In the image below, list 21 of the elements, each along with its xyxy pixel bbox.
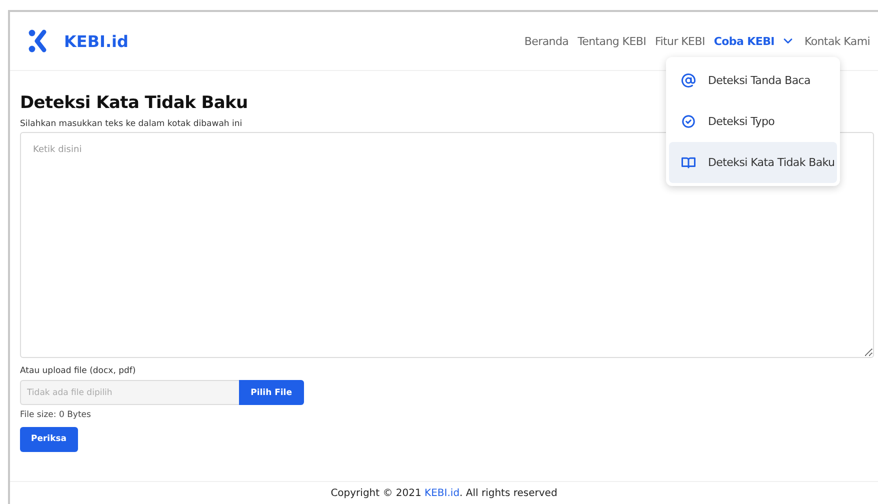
- brand-name[interactable]: KEBI.id: [64, 32, 128, 50]
- upload-label: Atau upload file (docx, pdf): [20, 366, 137, 376]
- page-title: Deteksi Kata Tidak Baku: [20, 93, 249, 113]
- copyright-text: Copyright © 2021 KEBI.id. All rights reserved: [330, 488, 558, 499]
- check-circle-icon: [681, 114, 696, 129]
- nav-link[interactable]: Beranda: [524, 34, 569, 48]
- nav-link[interactable]: Kontak Kami: [804, 34, 870, 48]
- instruction-text: Silahkan masukkan teks ke dalam kotak dibawah ini: [20, 119, 242, 129]
- logo-icon: [28, 29, 48, 53]
- file-name-field[interactable]: Tidak ada file dipilih: [20, 380, 239, 405]
- choose-file-button[interactable]: Pilih File: [238, 380, 304, 405]
- nav-link[interactable]: Coba KEBI: [714, 34, 796, 48]
- nav-link[interactable]: Tentang KEBI: [578, 34, 646, 48]
- at-sign-icon: [681, 73, 696, 88]
- file-size-text: File size: 0 Bytes: [20, 410, 92, 420]
- footer-link[interactable]: KEBI.id: [424, 488, 460, 499]
- menu-item[interactable]: Deteksi Tanda Baca: [669, 60, 837, 101]
- nav-link[interactable]: Fitur KEBI: [655, 34, 705, 48]
- book-icon: [681, 155, 696, 170]
- check-button[interactable]: Periksa: [20, 426, 78, 452]
- menu-item[interactable]: Deteksi Kata Tidak Baku: [669, 142, 837, 183]
